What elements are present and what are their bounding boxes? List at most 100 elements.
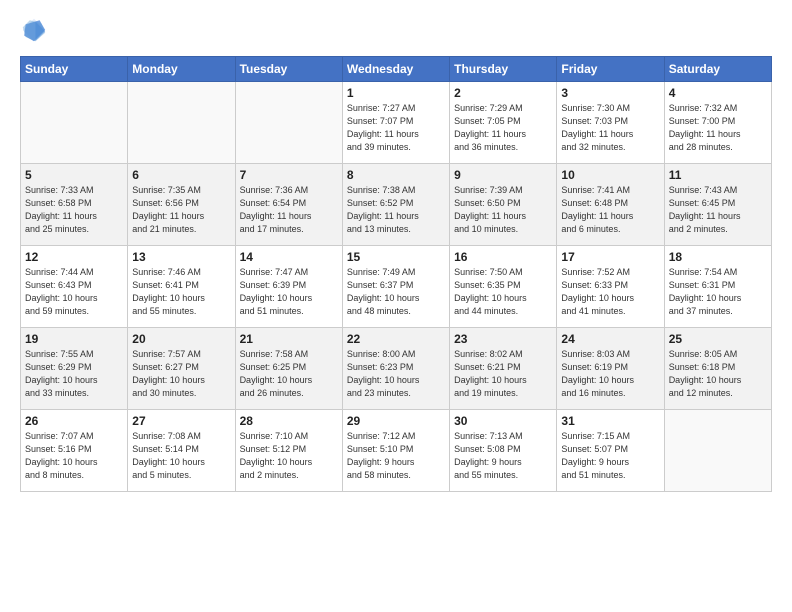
header [20,16,772,44]
day-info: Sunrise: 7:38 AMSunset: 6:52 PMDaylight:… [347,184,445,236]
day-number: 28 [240,414,338,428]
day-number: 21 [240,332,338,346]
cell-2-3: 7Sunrise: 7:36 AMSunset: 6:54 PMDaylight… [235,164,342,246]
col-header-wednesday: Wednesday [342,57,449,82]
day-number: 26 [25,414,123,428]
day-info: Sunrise: 7:46 AMSunset: 6:41 PMDaylight:… [132,266,230,318]
day-info: Sunrise: 7:57 AMSunset: 6:27 PMDaylight:… [132,348,230,400]
cell-2-4: 8 Sunrise: 7:38 AMSunset: 6:52 PMDaylight… [342,164,449,246]
day-info: Sunrise: 7:44 AMSunset: 6:43 PMDaylight:… [25,266,123,318]
week-row-1: 1 Sunrise: 7:27 AMSunset: 7:07 PMDaylight… [21,82,772,164]
day-number: 8 [347,168,445,182]
logo-icon [20,16,48,44]
week-row-3: 12 Sunrise: 7:44 AMSunset: 6:43 PMDayligh… [21,246,772,328]
cell-1-7: 4Sunrise: 7:32 AMSunset: 7:00 PMDaylight… [664,82,771,164]
day-number: 1 [347,86,445,100]
day-info: Sunrise: 7:33 AMSunset: 6:58 PMDaylight:… [25,184,123,236]
calendar-table: SundayMondayTuesdayWednesdayThursdayFrid… [20,56,772,492]
day-number: 30 [454,414,552,428]
cell-2-2: 6 Sunrise: 7:35 AMSunset: 6:56 PMDaylight… [128,164,235,246]
day-number: 16 [454,250,552,264]
cell-4-4: 22 Sunrise: 8:00 AMSunset: 6:23 PMDayligh… [342,328,449,410]
cell-4-1: 19 Sunrise: 7:55 AMSunset: 6:29 PMDayligh… [21,328,128,410]
day-number: 14 [240,250,338,264]
cell-5-3: 28Sunrise: 7:10 AMSunset: 5:12 PMDayligh… [235,410,342,492]
day-info: Sunrise: 7:13 AMSunset: 5:08 PMDaylight:… [454,430,552,482]
day-info: Sunrise: 7:43 AMSunset: 6:45 PMDaylight:… [669,184,767,236]
day-number: 6 [132,168,230,182]
cell-2-5: 9 Sunrise: 7:39 AMSunset: 6:50 PMDaylight… [450,164,557,246]
cell-1-3 [235,82,342,164]
cell-5-6: 31Sunrise: 7:15 AMSunset: 5:07 PMDayligh… [557,410,664,492]
day-number: 3 [561,86,659,100]
col-header-thursday: Thursday [450,57,557,82]
col-header-saturday: Saturday [664,57,771,82]
day-number: 9 [454,168,552,182]
cell-1-4: 1 Sunrise: 7:27 AMSunset: 7:07 PMDaylight… [342,82,449,164]
col-header-friday: Friday [557,57,664,82]
cell-5-7 [664,410,771,492]
day-number: 10 [561,168,659,182]
day-number: 20 [132,332,230,346]
day-info: Sunrise: 7:58 AMSunset: 6:25 PMDaylight:… [240,348,338,400]
day-number: 22 [347,332,445,346]
day-number: 2 [454,86,552,100]
cell-3-7: 18 Sunrise: 7:54 AMSunset: 6:31 PMDayligh… [664,246,771,328]
day-number: 13 [132,250,230,264]
day-info: Sunrise: 7:15 AMSunset: 5:07 PMDaylight:… [561,430,659,482]
cell-3-1: 12 Sunrise: 7:44 AMSunset: 6:43 PMDayligh… [21,246,128,328]
day-number: 25 [669,332,767,346]
day-number: 15 [347,250,445,264]
cell-3-4: 15 Sunrise: 7:49 AMSunset: 6:37 PMDayligh… [342,246,449,328]
cell-1-5: 2 Sunrise: 7:29 AMSunset: 7:05 PMDaylight… [450,82,557,164]
week-row-5: 26 Sunrise: 7:07 AMSunset: 5:16 PMDayligh… [21,410,772,492]
day-number: 29 [347,414,445,428]
cell-4-6: 24Sunrise: 8:03 AMSunset: 6:19 PMDayligh… [557,328,664,410]
cell-1-6: 3 Sunrise: 7:30 AMSunset: 7:03 PMDaylight… [557,82,664,164]
day-number: 18 [669,250,767,264]
cell-3-3: 14 Sunrise: 7:47 AMSunset: 6:39 PMDayligh… [235,246,342,328]
cell-4-5: 23 Sunrise: 8:02 AMSunset: 6:21 PMDayligh… [450,328,557,410]
day-info: Sunrise: 7:07 AMSunset: 5:16 PMDaylight:… [25,430,123,482]
day-info: Sunrise: 7:35 AMSunset: 6:56 PMDaylight:… [132,184,230,236]
week-row-2: 5 Sunrise: 7:33 AMSunset: 6:58 PMDaylight… [21,164,772,246]
cell-4-2: 20 Sunrise: 7:57 AMSunset: 6:27 PMDayligh… [128,328,235,410]
day-info: Sunrise: 7:36 AMSunset: 6:54 PMDaylight:… [240,184,338,236]
day-number: 19 [25,332,123,346]
col-header-tuesday: Tuesday [235,57,342,82]
day-info: Sunrise: 7:41 AMSunset: 6:48 PMDaylight:… [561,184,659,236]
col-header-sunday: Sunday [21,57,128,82]
day-info: Sunrise: 7:49 AMSunset: 6:37 PMDaylight:… [347,266,445,318]
day-info: Sunrise: 7:27 AMSunset: 7:07 PMDaylight:… [347,102,445,154]
day-number: 17 [561,250,659,264]
cell-2-6: 10 Sunrise: 7:41 AMSunset: 6:48 PMDayligh… [557,164,664,246]
day-info: Sunrise: 7:12 AMSunset: 5:10 PMDaylight:… [347,430,445,482]
cell-1-1 [21,82,128,164]
day-info: Sunrise: 7:29 AMSunset: 7:05 PMDaylight:… [454,102,552,154]
day-number: 5 [25,168,123,182]
day-info: Sunrise: 8:02 AMSunset: 6:21 PMDaylight:… [454,348,552,400]
day-info: Sunrise: 7:55 AMSunset: 6:29 PMDaylight:… [25,348,123,400]
cell-5-2: 27Sunrise: 7:08 AMSunset: 5:14 PMDayligh… [128,410,235,492]
day-number: 11 [669,168,767,182]
day-info: Sunrise: 7:32 AMSunset: 7:00 PMDaylight:… [669,102,767,154]
day-info: Sunrise: 7:30 AMSunset: 7:03 PMDaylight:… [561,102,659,154]
cell-5-4: 29 Sunrise: 7:12 AMSunset: 5:10 PMDayligh… [342,410,449,492]
day-number: 12 [25,250,123,264]
day-info: Sunrise: 8:00 AMSunset: 6:23 PMDaylight:… [347,348,445,400]
cell-4-3: 21 Sunrise: 7:58 AMSunset: 6:25 PMDayligh… [235,328,342,410]
day-info: Sunrise: 7:39 AMSunset: 6:50 PMDaylight:… [454,184,552,236]
day-info: Sunrise: 7:47 AMSunset: 6:39 PMDaylight:… [240,266,338,318]
cell-3-6: 17Sunrise: 7:52 AMSunset: 6:33 PMDayligh… [557,246,664,328]
col-header-monday: Monday [128,57,235,82]
cell-3-2: 13 Sunrise: 7:46 AMSunset: 6:41 PMDayligh… [128,246,235,328]
header-row: SundayMondayTuesdayWednesdayThursdayFrid… [21,57,772,82]
cell-2-7: 11 Sunrise: 7:43 AMSunset: 6:45 PMDayligh… [664,164,771,246]
cell-5-5: 30 Sunrise: 7:13 AMSunset: 5:08 PMDayligh… [450,410,557,492]
day-info: Sunrise: 8:03 AMSunset: 6:19 PMDaylight:… [561,348,659,400]
cell-5-1: 26 Sunrise: 7:07 AMSunset: 5:16 PMDayligh… [21,410,128,492]
day-info: Sunrise: 8:05 AMSunset: 6:18 PMDaylight:… [669,348,767,400]
day-info: Sunrise: 7:08 AMSunset: 5:14 PMDaylight:… [132,430,230,482]
day-info: Sunrise: 7:54 AMSunset: 6:31 PMDaylight:… [669,266,767,318]
day-number: 23 [454,332,552,346]
